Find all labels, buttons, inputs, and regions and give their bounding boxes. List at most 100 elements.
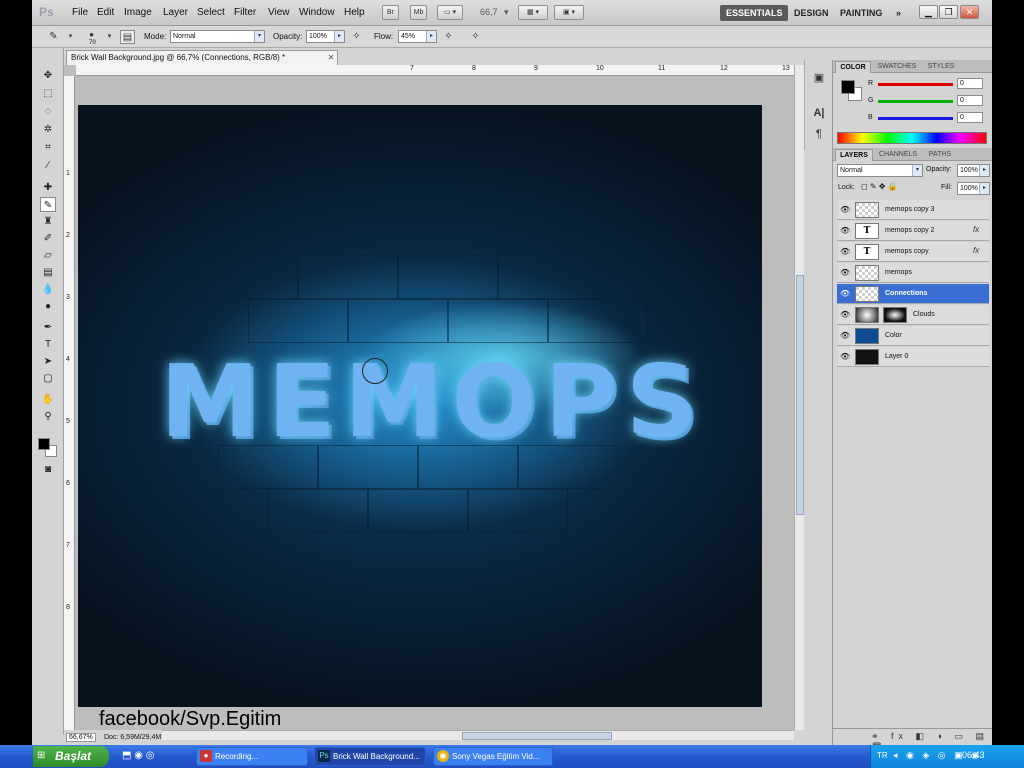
move-tool-icon[interactable]: ✥ — [40, 68, 56, 83]
extras-button[interactable]: ▭ ▾ — [437, 5, 463, 20]
workspace-essentials[interactable]: ESSENTIALS — [720, 5, 788, 21]
menu-window[interactable]: Window — [299, 7, 335, 18]
character-panel-icon[interactable]: A| — [811, 105, 827, 121]
airbrush-icon[interactable]: ✧ — [441, 30, 456, 44]
status-zoom[interactable]: 66,67% — [66, 733, 96, 742]
pen-tool-icon[interactable]: ✒ — [40, 320, 56, 335]
task-recording[interactable]: ● Recording... — [196, 747, 308, 766]
mini-bridge-button[interactable]: Mb — [410, 5, 427, 20]
layer-action-icons[interactable]: ⚭ fx ◧ ◑ ▭ ▤ 🗑 — [871, 731, 992, 745]
visibility-eye-icon[interactable]: 👁 — [840, 331, 850, 341]
channel-b-value[interactable]: 0 — [957, 112, 983, 123]
quicklaunch-icons[interactable]: ⬒ ◉ ◎ — [122, 750, 154, 761]
layer-mask-thumbnail[interactable] — [883, 307, 907, 323]
workspace-painting[interactable]: PAINTING — [834, 5, 888, 21]
pressure-size-icon[interactable]: ✧ — [468, 30, 483, 44]
menu-edit[interactable]: Edit — [97, 7, 114, 18]
brush-tool-icon[interactable]: ✎ — [40, 197, 56, 212]
mode-select[interactable]: Normal ▾ — [170, 30, 265, 43]
blur-tool-icon[interactable]: 💧 — [40, 282, 56, 297]
horizontal-scrollbar[interactable] — [162, 730, 794, 740]
vertical-scrollbar[interactable] — [794, 65, 804, 730]
healing-brush-tool-icon[interactable]: ✚ — [40, 180, 56, 195]
zoom-level[interactable]: 66,7 — [480, 7, 498, 17]
brush-size-dropdown-icon[interactable]: ▾ — [102, 30, 117, 44]
menu-view[interactable]: View — [268, 7, 290, 18]
close-icon[interactable]: ✕ — [326, 53, 336, 63]
visibility-eye-icon[interactable]: 👁 — [840, 226, 850, 236]
opacity-field[interactable]: 100% ▸ — [306, 30, 345, 43]
fill-field[interactable]: 100% ▸ — [957, 182, 990, 195]
history-brush-tool-icon[interactable]: ✐ — [40, 231, 56, 246]
menu-help[interactable]: Help — [344, 7, 365, 18]
layer-row[interactable]: 👁 Connections — [837, 284, 989, 304]
layer-effects-icon[interactable]: fx — [973, 246, 979, 255]
tool-preset-dropdown-icon[interactable]: ▾ — [63, 30, 78, 44]
hand-tool-icon[interactable]: ✋ — [40, 392, 56, 407]
brush-panel-toggle-icon[interactable]: ▤ — [120, 30, 135, 44]
color-spectrum[interactable] — [837, 132, 987, 144]
pressure-opacity-icon[interactable]: ✧ — [349, 30, 364, 44]
blend-mode-select[interactable]: Normal ▾ — [837, 164, 923, 177]
tab-styles[interactable]: STYLES — [923, 61, 959, 73]
bridge-button[interactable]: Br — [382, 5, 399, 20]
layer-opacity-field[interactable]: 100% ▸ — [957, 164, 990, 177]
gradient-tool-icon[interactable]: ▤ — [40, 265, 56, 280]
lasso-tool-icon[interactable]: ◌ — [40, 104, 56, 119]
layer-row[interactable]: 👁 Clouds — [837, 305, 989, 325]
layer-row[interactable]: 👁 Color — [837, 326, 989, 346]
tab-swatches[interactable]: SWATCHES — [873, 61, 921, 73]
screen-mode-button[interactable]: ▣ ▾ — [554, 5, 584, 20]
layer-row[interactable]: 👁 Tmemops copy fx — [837, 242, 989, 262]
path-select-tool-icon[interactable]: ➤ — [40, 354, 56, 369]
visibility-eye-icon[interactable]: 👁 — [840, 247, 850, 257]
eyedropper-tool-icon[interactable]: ⁄ — [40, 158, 56, 173]
arrange-documents-button[interactable]: ▦ ▾ — [518, 5, 548, 20]
visibility-eye-icon[interactable]: 👁 — [840, 310, 850, 320]
tab-channels[interactable]: CHANNELS — [875, 149, 921, 161]
close-button[interactable]: ✕ — [960, 5, 979, 19]
channel-b-slider[interactable] — [878, 117, 953, 120]
layer-row[interactable]: 👁 memops — [837, 263, 989, 283]
menu-file[interactable]: File — [72, 7, 88, 18]
foreground-color-swatch[interactable] — [841, 80, 855, 94]
visibility-eye-icon[interactable]: 👁 — [840, 352, 850, 362]
flow-field[interactable]: 45% ▸ — [398, 30, 437, 43]
paragraph-panel-icon[interactable]: ¶ — [811, 126, 827, 142]
quick-mask-icon[interactable]: ◙ — [40, 462, 56, 477]
scroll-thumb[interactable] — [796, 275, 804, 515]
visibility-eye-icon[interactable]: 👁 — [840, 289, 850, 299]
lock-icons[interactable]: ◻ ✎ ✥ 🔒 — [861, 182, 898, 191]
language-indicator[interactable]: TR — [877, 751, 888, 760]
menu-layer[interactable]: Layer — [163, 7, 188, 18]
layer-row[interactable]: 👁 Layer 0 — [837, 347, 989, 367]
scroll-thumb[interactable] — [462, 732, 612, 740]
brush-preset-icon[interactable]: ✎ — [46, 30, 61, 44]
task-photoshop[interactable]: Ps Brick Wall Background... — [314, 747, 426, 766]
zoom-tool-icon[interactable]: ⚲ — [40, 409, 56, 424]
marquee-tool-icon[interactable]: ⬚ — [40, 86, 56, 101]
menu-select[interactable]: Select — [197, 7, 225, 18]
task-browser[interactable]: ◉ Sony Vegas Eğitim Vid... — [433, 747, 553, 766]
layer-effects-icon[interactable]: fx — [973, 225, 979, 234]
minimize-button[interactable]: ▁ — [919, 5, 938, 19]
channel-r-slider[interactable] — [878, 83, 953, 86]
channel-r-value[interactable]: 0 — [957, 78, 983, 89]
menu-image[interactable]: Image — [124, 7, 152, 18]
layer-row[interactable]: 👁 Tmemops copy 2 fx — [837, 221, 989, 241]
dodge-tool-icon[interactable]: ● — [40, 299, 56, 314]
crop-tool-icon[interactable]: ⌗ — [40, 140, 56, 155]
history-panel-icon[interactable]: ▣ — [811, 70, 827, 86]
menu-filter[interactable]: Filter — [234, 7, 256, 18]
tab-paths[interactable]: PATHS — [923, 149, 957, 161]
visibility-eye-icon[interactable]: 👁 — [840, 268, 850, 278]
restore-button[interactable]: ❐ — [939, 5, 958, 19]
layer-row[interactable]: 👁 memops copy 3 — [837, 200, 989, 220]
eraser-tool-icon[interactable]: ▱ — [40, 248, 56, 263]
tab-color[interactable]: COLOR — [835, 61, 871, 73]
foreground-color-swatch[interactable] — [38, 438, 50, 450]
workspace-more[interactable]: » — [890, 5, 907, 21]
quick-select-tool-icon[interactable]: ✲ — [40, 122, 56, 137]
shape-tool-icon[interactable]: ▢ — [40, 371, 56, 386]
channel-g-slider[interactable] — [878, 100, 953, 103]
